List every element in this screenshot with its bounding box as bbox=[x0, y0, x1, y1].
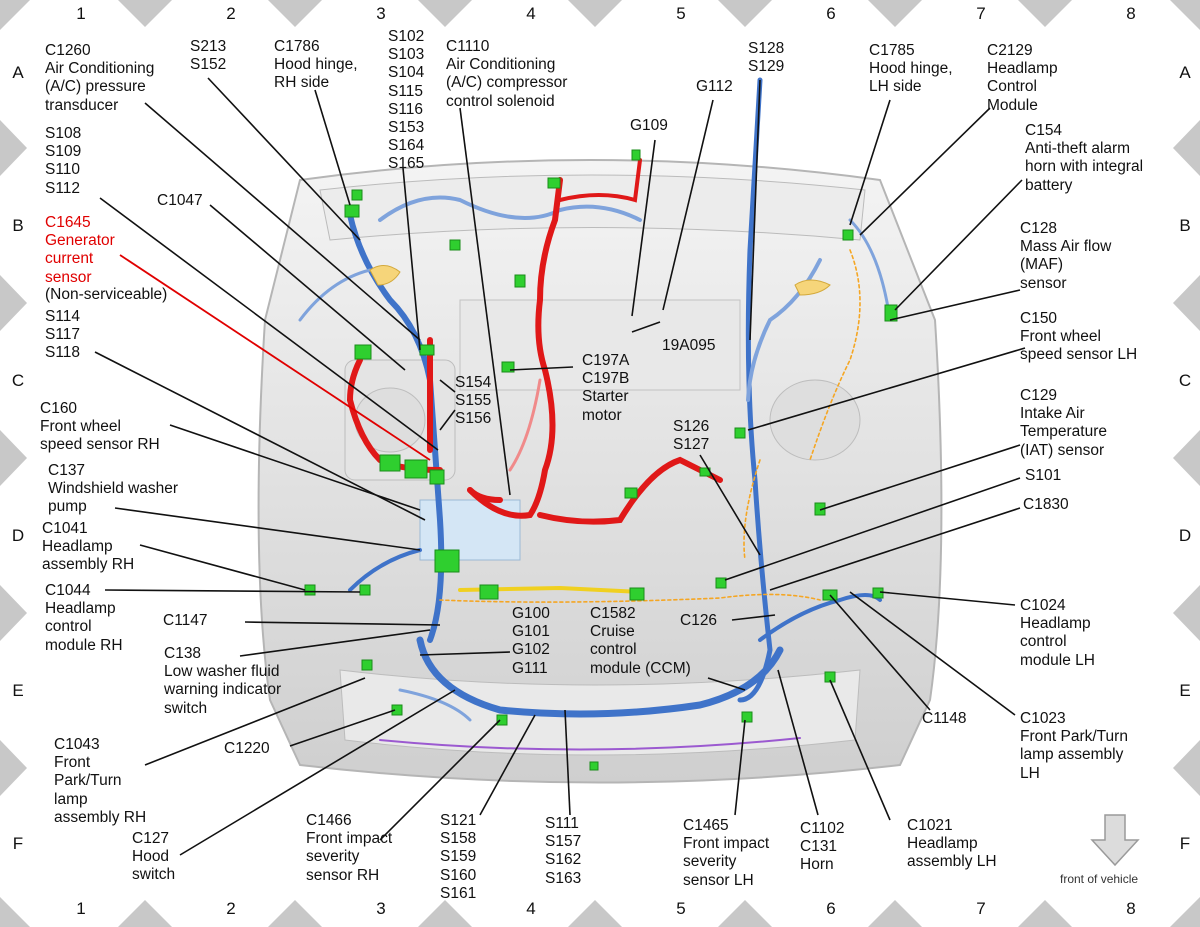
label-c126: C126 bbox=[680, 612, 718, 629]
label-c154: C154 Anti-theft alarm horn with integral… bbox=[1025, 122, 1144, 194]
label-c1047: C1047 bbox=[157, 192, 203, 209]
label-s108: S108 S109 S110 S112 bbox=[45, 125, 82, 197]
grid-col-bottom-2: 2 bbox=[226, 899, 236, 918]
label-s213: S213 S152 bbox=[190, 38, 227, 74]
grid-col-top-1: 1 bbox=[76, 4, 86, 23]
label-c127: C127 Hood switch bbox=[132, 830, 176, 884]
label-s154: S154 S155 S156 bbox=[455, 374, 492, 428]
grid-col-bottom-6: 6 bbox=[826, 899, 836, 918]
label-c128: C128 Mass Air flow (MAF) sensor bbox=[1020, 220, 1112, 292]
label-c1645: C1645 Generator current sensor bbox=[45, 214, 115, 286]
label-c1785: C1785 Hood hinge, LH side bbox=[869, 42, 953, 96]
grid-row-right-f: F bbox=[1179, 834, 1191, 853]
label-c1041: C1041 Headlamp assembly RH bbox=[42, 520, 135, 574]
grid-col-top-3: 3 bbox=[376, 4, 386, 23]
label-c1102: C1102 C131 Horn bbox=[800, 820, 845, 874]
label-c1645-note: (Non-serviceable) bbox=[45, 286, 168, 303]
grid-row-right-c: C bbox=[1178, 371, 1192, 390]
label-c160: C160 Front wheel speed sensor RH bbox=[40, 400, 160, 454]
grid-row-right-d: D bbox=[1178, 526, 1192, 545]
grid-col-bottom-7: 7 bbox=[976, 899, 986, 918]
front-of-vehicle-label: front of vehicle bbox=[1060, 872, 1139, 886]
label-c129: C129 Intake Air Temperature (IAT) sensor bbox=[1020, 387, 1108, 459]
label-c197: C197A C197B Starter motor bbox=[582, 352, 630, 424]
label-s102: S102 S103 S104 S115 S116 S153 S164 S165 bbox=[388, 28, 425, 173]
label-c1147: C1147 bbox=[163, 612, 208, 629]
label-c1466: C1466 Front impact severity sensor RH bbox=[306, 812, 393, 884]
grid-row-left-a: A bbox=[12, 63, 24, 82]
label-c1148: C1148 bbox=[922, 710, 967, 727]
grid-col-top-7: 7 bbox=[976, 4, 986, 23]
label-c1023: C1023 Front Park/Turn lamp assembly LH bbox=[1020, 710, 1128, 782]
grid-row-left-b: B bbox=[12, 216, 24, 235]
arrow-down-icon bbox=[1090, 814, 1140, 867]
label-c1786: C1786 Hood hinge, RH side bbox=[274, 38, 358, 92]
grid-row-left-f: F bbox=[12, 834, 24, 853]
grid-col-bottom-3: 3 bbox=[376, 899, 386, 918]
grid-col-top-6: 6 bbox=[826, 4, 836, 23]
grid-col-top-2: 2 bbox=[226, 4, 236, 23]
grid-col-bottom-1: 1 bbox=[76, 899, 86, 918]
label-c1830: C1830 bbox=[1023, 496, 1069, 513]
label-c1044: C1044 Headlamp control module RH bbox=[45, 582, 123, 654]
label-s111: S111 S157 S162 S163 bbox=[545, 815, 582, 887]
label-c1465: C1465 Front impact severity sensor LH bbox=[683, 817, 770, 889]
label-s101: S101 bbox=[1025, 467, 1062, 484]
grid-col-bottom-4: 4 bbox=[526, 899, 536, 918]
grid-row-left-d: D bbox=[11, 526, 25, 545]
label-c2129: C2129 Headlamp Control Module bbox=[987, 42, 1058, 114]
grid-col-bottom-5: 5 bbox=[676, 899, 686, 918]
label-g109: G109 bbox=[630, 117, 668, 134]
grid-row-left-e: E bbox=[12, 681, 24, 700]
grid-col-bottom-8: 8 bbox=[1126, 899, 1136, 918]
label-s128: S128 S129 bbox=[748, 40, 785, 76]
grid-row-left-c: C bbox=[11, 371, 25, 390]
label-s121: S121 S158 S159 S160 S161 bbox=[440, 812, 477, 902]
label-19a095: 19A095 bbox=[662, 337, 716, 354]
grid-col-top-8: 8 bbox=[1126, 4, 1136, 23]
label-c1043: C1043 Front Park/Turn lamp assembly RH bbox=[54, 736, 147, 826]
label-c138: C138 Low washer fluid warning indicator … bbox=[164, 645, 282, 717]
label-g112: G112 bbox=[696, 78, 733, 95]
label-g100: G100 G101 G102 G111 bbox=[512, 605, 550, 677]
grid-row-right-b: B bbox=[1179, 216, 1191, 235]
label-c1260: C1260 Air Conditioning (A/C) pressure tr… bbox=[45, 42, 155, 114]
label-c1110: C1110 Air Conditioning (A/C) compressor … bbox=[446, 38, 568, 110]
label-c1582: C1582 Cruise control module (CCM) bbox=[590, 605, 691, 677]
label-c1024: C1024 Headlamp control module LH bbox=[1020, 597, 1095, 669]
grid-col-top-4: 4 bbox=[526, 4, 536, 23]
label-s114: S114 S117 S118 bbox=[45, 308, 81, 362]
label-s126: S126 S127 bbox=[673, 418, 710, 454]
label-c137: C137 Windshield washer pump bbox=[48, 462, 179, 516]
label-c1220: C1220 bbox=[224, 740, 270, 757]
wiring-location-diagram bbox=[0, 0, 1200, 927]
grid-col-top-5: 5 bbox=[676, 4, 686, 23]
label-c150: C150 Front wheel speed sensor LH bbox=[1020, 310, 1138, 364]
grid-row-right-a: A bbox=[1179, 63, 1191, 82]
label-c1021: C1021 Headlamp assembly LH bbox=[907, 817, 997, 871]
grid-row-right-e: E bbox=[1179, 681, 1191, 700]
